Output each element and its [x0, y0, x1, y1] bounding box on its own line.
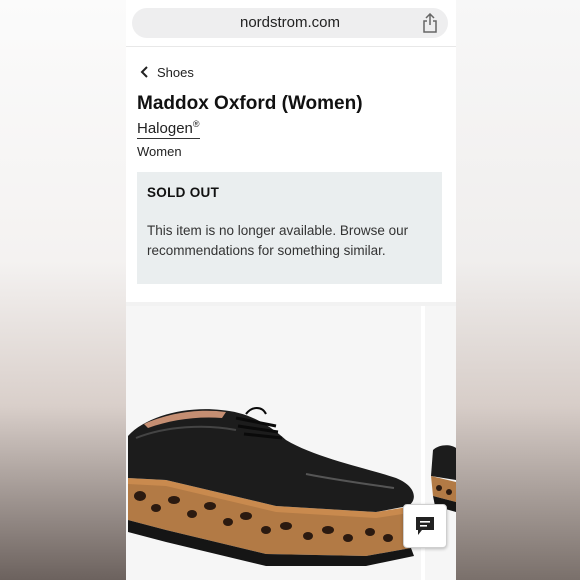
sold-out-heading: SOLD OUT: [147, 185, 220, 200]
breadcrumb-label: Shoes: [157, 64, 194, 80]
product-audience: Women: [137, 144, 182, 159]
brand-link[interactable]: Halogen®: [137, 119, 200, 139]
address-bar[interactable]: nordstrom.com: [132, 8, 448, 38]
header-divider: [126, 46, 456, 47]
chat-icon: [416, 517, 434, 535]
product-image[interactable]: [126, 396, 421, 580]
blurred-background-left: [0, 0, 126, 580]
sold-out-notice: SOLD OUT This item is no longer availabl…: [137, 172, 442, 284]
sold-out-message: This item is no longer available. Browse…: [147, 223, 409, 258]
breadcrumb[interactable]: Shoes: [140, 64, 194, 80]
product-title: Maddox Oxford (Women): [137, 93, 363, 114]
chevron-left-icon: [140, 66, 148, 78]
product-page: nordstrom.com Shoes Maddox Oxford (Women…: [126, 0, 456, 580]
share-icon[interactable]: [422, 13, 438, 33]
registered-mark: ®: [192, 119, 200, 129]
chat-button[interactable]: [403, 504, 447, 548]
url-text: nordstrom.com: [239, 14, 341, 31]
blurred-background-right: [456, 0, 580, 580]
brand-name: Halogen: [137, 120, 193, 137]
